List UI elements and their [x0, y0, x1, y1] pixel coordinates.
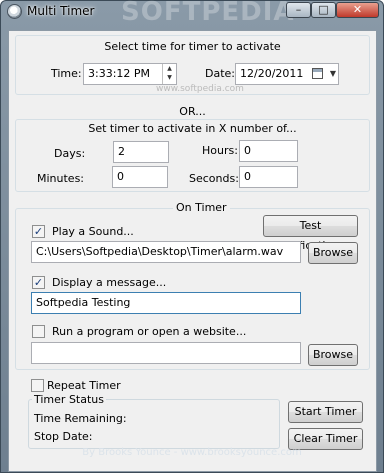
time-group: Select time for timer to activate Time: … [15, 35, 370, 95]
seconds-label: Seconds: [189, 172, 239, 185]
on-timer-group: On Timer Test Notifications ✓ Play a Sou… [15, 201, 370, 370]
watermark-url: www.softpedia.com [156, 84, 244, 94]
message-input[interactable]: Softpedia Testing [31, 292, 301, 314]
repeat-timer-label[interactable]: Repeat Timer [47, 379, 121, 392]
time-picker[interactable]: 3:33:12 PM ▲ ▼ [83, 63, 177, 85]
play-sound-label[interactable]: Play a Sound... [52, 225, 134, 238]
sound-path-input[interactable]: C:\Users\Softpedia\Desktop\Timer\alarm.w… [31, 241, 301, 263]
dropdown-arrow-icon[interactable]: ▼ [330, 66, 336, 82]
minutes-label: Minutes: [37, 172, 85, 185]
offset-heading: Set timer to activate in X number of... [88, 122, 297, 135]
minimize-button[interactable]: – [286, 2, 311, 18]
app-window: Multi Timer SOFTPEDIA – □ ✕ Select time … [0, 0, 384, 473]
start-timer-button[interactable]: Start Timer [288, 401, 363, 423]
browse-sound-button[interactable]: Browse [308, 242, 358, 264]
calendar-icon[interactable] [312, 68, 323, 79]
date-label: Date: [205, 67, 235, 80]
time-value: 3:33:12 PM [88, 67, 151, 80]
play-sound-checkbox[interactable]: ✓ [32, 225, 45, 238]
stop-date-label: Stop Date: [34, 430, 93, 443]
title-bar[interactable]: Multi Timer SOFTPEDIA – □ ✕ [1, 0, 383, 27]
or-label: OR... [179, 105, 206, 118]
hours-label: Hours: [202, 144, 238, 157]
display-message-checkbox[interactable]: ✓ [32, 276, 45, 289]
run-program-checkbox[interactable] [32, 325, 45, 338]
timer-status-heading: Timer Status [32, 393, 106, 406]
watermark: SOFTPEDIA [121, 0, 295, 27]
seconds-input[interactable]: 0 [239, 166, 298, 188]
on-timer-heading: On Timer [173, 201, 230, 214]
maximize-button[interactable]: □ [311, 2, 336, 18]
minutes-input[interactable]: 0 [112, 166, 168, 188]
spin-up-icon[interactable]: ▲ [163, 64, 176, 73]
time-remaining-label: Time Remaining: [34, 412, 127, 425]
date-picker[interactable]: 12/20/2011 ▼ [235, 63, 339, 85]
time-spinner[interactable]: ▲ ▼ [162, 64, 176, 84]
time-label: Time: [51, 67, 82, 80]
timer-status-group: Timer Status Time Remaining: Stop Date: [28, 393, 280, 449]
program-input[interactable] [31, 342, 301, 364]
time-heading: Select time for timer to activate [104, 40, 281, 53]
hours-input[interactable]: 0 [239, 140, 298, 162]
browse-program-button[interactable]: Browse [308, 344, 358, 366]
days-label: Days: [54, 147, 86, 160]
close-button[interactable]: ✕ [336, 2, 379, 18]
run-program-label[interactable]: Run a program or open a website... [52, 325, 246, 338]
spin-down-icon[interactable]: ▼ [163, 73, 176, 82]
days-input[interactable]: 2 [113, 141, 169, 163]
test-notifications-button[interactable]: Test Notifications [263, 215, 358, 252]
offset-group: Set timer to activate in X number of... … [15, 119, 370, 192]
client-area: Select time for timer to activate Time: … [8, 30, 377, 472]
status-bar: By Brooks Younce - www.brooksyounce.com [82, 447, 302, 458]
clock-icon [7, 4, 22, 19]
date-value: 12/20/2011 [240, 67, 304, 80]
display-message-label[interactable]: Display a message... [52, 276, 166, 289]
window-title: Multi Timer [27, 4, 95, 18]
repeat-timer-checkbox[interactable] [31, 379, 44, 392]
